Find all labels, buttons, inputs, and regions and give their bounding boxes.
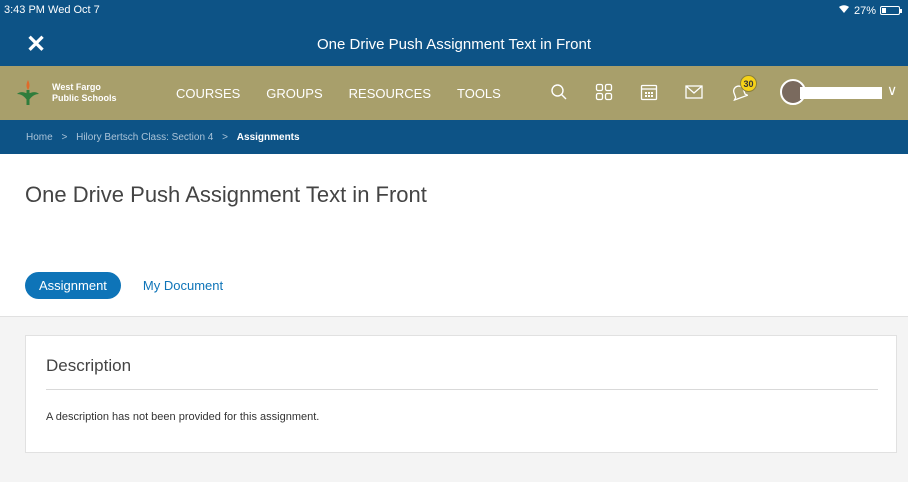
notification-badge: 30 <box>740 75 757 92</box>
battery-fill <box>882 8 887 13</box>
brand-line-2: Public Schools <box>52 93 117 103</box>
chevron-down-icon[interactable]: ∨ <box>887 82 897 99</box>
breadcrumb-home[interactable]: Home <box>26 132 53 143</box>
tab-bar: Assignment My Document <box>25 272 223 299</box>
battery-icon <box>880 6 902 15</box>
description-card: Description A description has not been p… <box>25 335 897 453</box>
breadcrumb: Home > Hilory Bertsch Class: Section 4 >… <box>0 120 908 154</box>
menu-courses[interactable]: COURSES <box>176 86 240 101</box>
description-heading: Description <box>46 356 132 375</box>
search-icon[interactable] <box>548 81 570 103</box>
calendar-icon[interactable] <box>638 81 660 103</box>
top-nav: West Fargo Public Schools COURSES GROUPS… <box>0 66 908 120</box>
user-name-redacted[interactable] <box>800 87 882 99</box>
breadcrumb-assignments[interactable]: Assignments <box>237 132 300 143</box>
wifi-icon <box>838 4 850 17</box>
menu-tools[interactable]: TOOLS <box>457 86 501 101</box>
nav-icons: 30 <box>548 75 757 103</box>
tab-assignment[interactable]: Assignment <box>25 272 121 299</box>
status-right: 27% <box>838 4 902 17</box>
apps-grid-icon[interactable] <box>593 81 615 103</box>
page-title: One Drive Push Assignment Text in Front <box>25 182 427 207</box>
tab-my-document[interactable]: My Document <box>143 278 223 293</box>
notifications-bell-icon[interactable]: 30 <box>728 75 757 103</box>
modal-title: One Drive Push Assignment Text in Front <box>316 36 591 53</box>
status-bar: 3:43 PM Wed Oct 7 27% <box>0 0 908 22</box>
menu-groups[interactable]: GROUPS <box>266 86 322 101</box>
mail-icon[interactable] <box>683 81 705 103</box>
menu-resources[interactable]: RESOURCES <box>349 86 431 101</box>
battery-percent: 27% <box>853 4 876 17</box>
brand-line-1: West Fargo <box>52 82 101 92</box>
divider <box>46 389 878 390</box>
breadcrumb-separator: > <box>61 132 68 143</box>
breadcrumb-class[interactable]: Hilory Bertsch Class: Section 4 <box>76 132 213 143</box>
breadcrumb-separator: > <box>222 132 228 143</box>
modal-header: ✕ One Drive Push Assignment Text in Fron… <box>0 22 908 66</box>
school-logo-icon[interactable] <box>16 78 40 106</box>
brand-name: West Fargo Public Schools <box>52 82 117 104</box>
status-time: 3:43 PM Wed Oct 7 <box>4 4 100 16</box>
main-menu: COURSES GROUPS RESOURCES TOOLS <box>176 86 501 101</box>
description-text: A description has not been provided for … <box>46 411 320 423</box>
